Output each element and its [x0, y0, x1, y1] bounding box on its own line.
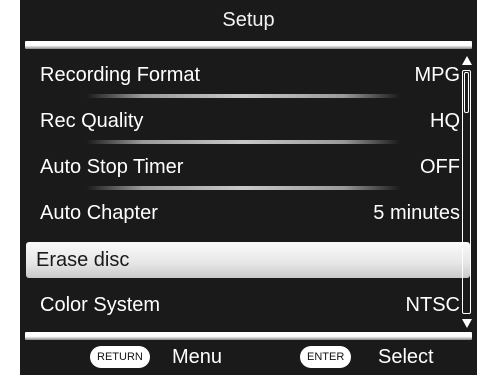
- return-key-icon: RETURN: [90, 346, 150, 368]
- menu-item-value: HQ: [430, 110, 460, 132]
- menu-item-rec-quality[interactable]: Rec Quality HQ: [26, 98, 470, 144]
- scrollbar-thumb[interactable]: [464, 72, 469, 113]
- menu-item-label: Color System: [40, 294, 161, 316]
- footer-divider: [25, 332, 472, 340]
- setup-menu-list: Recording Format MPG Rec Quality HQ Auto…: [20, 52, 477, 332]
- return-hint-label: Menu: [172, 346, 223, 368]
- menu-item-erase-disc[interactable]: Erase disc: [26, 242, 470, 278]
- menu-item-label: Erase disc: [36, 249, 130, 271]
- menu-item-value: OFF: [420, 156, 460, 178]
- menu-item-auto-stop-timer[interactable]: Auto Stop Timer OFF: [26, 144, 470, 190]
- menu-item-color-system[interactable]: Color System NTSC: [26, 282, 470, 326]
- menu-item-value: MPG: [414, 64, 460, 86]
- menu-item-value: NTSC: [405, 294, 460, 316]
- scrollbar[interactable]: [461, 56, 473, 328]
- page-title: Setup: [222, 9, 275, 31]
- menu-item-label: Rec Quality: [40, 110, 144, 132]
- menu-item-label: Recording Format: [40, 64, 201, 86]
- enter-key-icon: ENTER: [300, 346, 352, 368]
- menu-item-label: Auto Chapter: [40, 202, 158, 224]
- menu-item-value: 5 minutes: [373, 202, 460, 224]
- menu-item-recording-format[interactable]: Recording Format MPG: [26, 52, 470, 98]
- scroll-up-arrow-icon[interactable]: [462, 56, 472, 65]
- scrollbar-track[interactable]: [462, 70, 471, 314]
- menu-item-label: Auto Stop Timer: [40, 156, 184, 178]
- menu-item-auto-chapter[interactable]: Auto Chapter 5 minutes: [26, 190, 470, 234]
- enter-hint-label: Select: [378, 346, 434, 368]
- title-divider: [25, 41, 472, 49]
- setup-screen: Setup Recording Format MPG Rec Quality H…: [20, 0, 477, 375]
- footer-hints: RETURN Menu ENTER Select: [20, 341, 477, 375]
- scroll-down-arrow-icon[interactable]: [462, 319, 472, 328]
